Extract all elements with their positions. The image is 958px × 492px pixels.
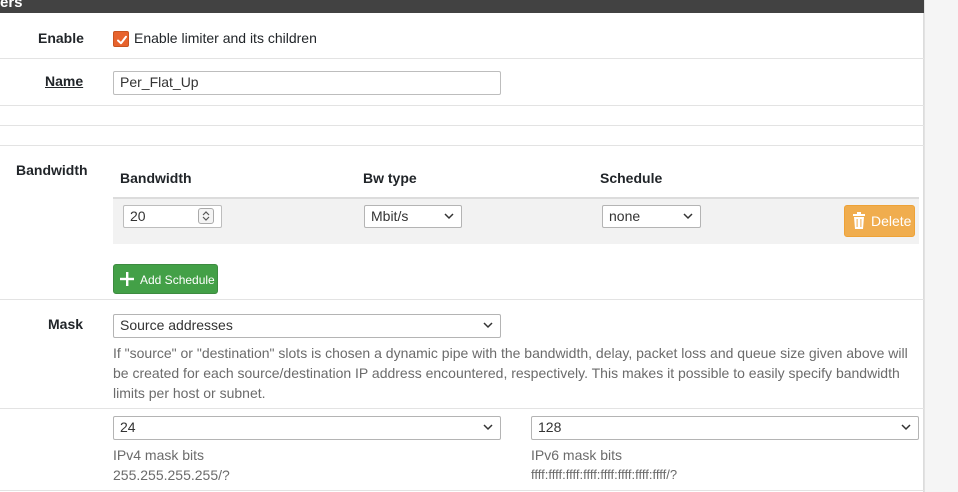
divider	[0, 490, 924, 491]
chevron-down-icon	[683, 213, 693, 220]
divider	[0, 408, 924, 409]
column-header-bandwidth: Bandwidth	[120, 170, 192, 186]
mask-help-line: If "source" or "destination" slots is ch…	[113, 345, 908, 361]
bandwidth-table-row	[113, 197, 919, 244]
add-schedule-label: Add Schedule	[140, 273, 215, 287]
mask-label: Mask	[48, 316, 84, 332]
enable-label: Enable	[38, 30, 84, 46]
schedule-select[interactable]: none	[602, 205, 701, 228]
chevron-down-icon	[483, 424, 493, 431]
divider	[0, 299, 924, 300]
page-gutter	[924, 0, 958, 492]
enable-checkbox-label: Enable limiter and its children	[134, 30, 317, 46]
delete-button[interactable]: Delete	[844, 205, 915, 237]
bw-type-select-value: Mbit/s	[371, 208, 409, 224]
chevron-down-icon	[483, 322, 493, 329]
mask-help-line: be created for each source/destination I…	[113, 365, 900, 381]
panel-header: ers	[0, 0, 924, 13]
column-header-bw-type: Bw type	[363, 170, 417, 186]
ipv4-mask-hint: 255.255.255.255/?	[113, 467, 230, 483]
plus-icon	[120, 272, 134, 286]
ipv4-mask-select[interactable]: 24	[113, 416, 501, 440]
name-input[interactable]: Per_Flat_Up	[113, 71, 501, 95]
mask-help-line: limits per host or subnet.	[113, 385, 266, 401]
bandwidth-section-label: Bandwidth	[16, 162, 88, 178]
divider	[0, 145, 924, 146]
ipv6-mask-value: 128	[538, 419, 562, 435]
divider	[0, 58, 924, 59]
add-schedule-button[interactable]: Add Schedule	[113, 264, 218, 294]
divider	[0, 125, 924, 126]
panel-title: ers	[0, 0, 23, 11]
ipv6-mask-hint: ffff:ffff:ffff:ffff:ffff:ffff:ffff:ffff/…	[531, 467, 678, 482]
chevron-down-icon	[444, 213, 454, 220]
mask-select-value: Source addresses	[120, 317, 233, 333]
enable-checkbox[interactable]	[113, 31, 129, 47]
delete-button-label: Delete	[871, 213, 912, 229]
name-label: Name	[45, 73, 84, 89]
check-icon	[117, 35, 127, 45]
bw-type-select[interactable]: Mbit/s	[364, 205, 462, 228]
ipv4-mask-label: IPv4 mask bits	[113, 447, 205, 463]
mask-select[interactable]: Source addresses	[113, 314, 501, 338]
ipv6-mask-select[interactable]: 128	[531, 416, 919, 440]
spinner-arrows-icon[interactable]	[198, 208, 214, 224]
chevron-down-icon	[901, 424, 911, 431]
column-header-schedule: Schedule	[600, 170, 663, 186]
limiter-panel: ers Enable Enable limiter and its childr…	[0, 0, 924, 492]
trash-icon	[853, 212, 865, 229]
schedule-select-value: none	[609, 208, 641, 224]
divider	[0, 105, 924, 106]
ipv6-mask-label: IPv6 mask bits	[531, 447, 623, 463]
ipv4-mask-value: 24	[120, 419, 136, 435]
